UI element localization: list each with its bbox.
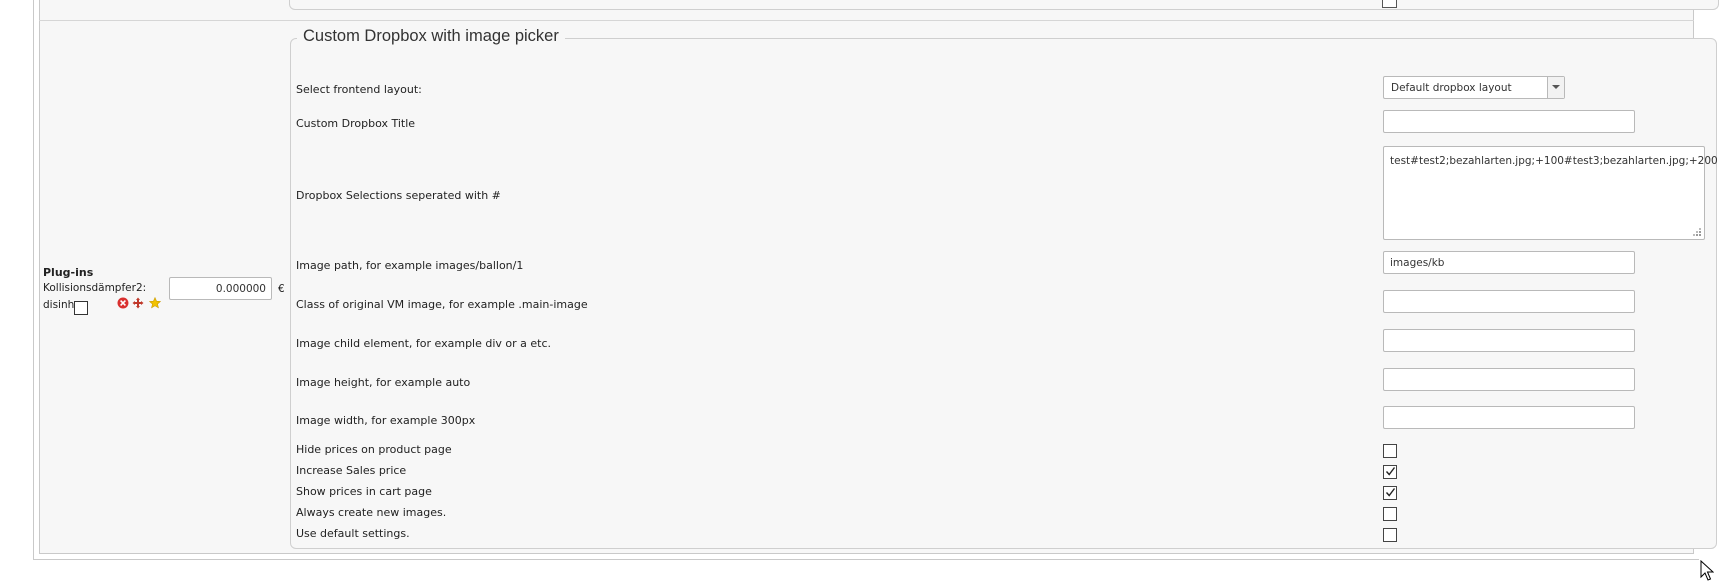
- row-divider: [39, 20, 1694, 21]
- image-child-input[interactable]: [1383, 329, 1635, 352]
- disinh-checkbox[interactable]: [74, 301, 88, 315]
- image-height-input[interactable]: [1383, 368, 1635, 391]
- previous-fieldset: [289, 0, 1719, 10]
- layout-label: Select frontend layout:: [296, 83, 422, 96]
- increase-sales-checkbox[interactable]: [1383, 465, 1397, 479]
- image-height-label: Image height, for example auto: [296, 376, 471, 389]
- image-width-input[interactable]: [1383, 406, 1635, 429]
- image-child-label: Image child element, for example div or …: [296, 337, 552, 350]
- hide-prices-checkbox[interactable]: [1383, 444, 1397, 458]
- layout-select-value: Default dropbox layout: [1391, 82, 1512, 94]
- use-default-settings-label: Use default settings.: [296, 527, 410, 540]
- remove-icon[interactable]: [117, 297, 129, 309]
- previous-checkbox[interactable]: [1382, 0, 1397, 8]
- resize-grip-icon[interactable]: [1692, 227, 1702, 237]
- image-class-input[interactable]: [1383, 290, 1635, 313]
- mouse-cursor-icon: [1700, 560, 1714, 581]
- checkmark-icon: [1385, 488, 1396, 497]
- move-icon[interactable]: [132, 297, 144, 309]
- dropbox-title-input[interactable]: [1383, 110, 1635, 133]
- checkmark-icon: [1385, 467, 1396, 476]
- image-path-label: Image path, for example images/ballon/1: [296, 259, 524, 272]
- price-input[interactable]: 0.000000: [169, 277, 272, 300]
- always-create-images-checkbox[interactable]: [1383, 507, 1397, 521]
- fieldset-legend: Custom Dropbox with image picker: [297, 27, 565, 46]
- plugin-field-label: Kollisionsdämpfer2:: [43, 282, 147, 294]
- always-create-images-label: Always create new images.: [296, 506, 447, 519]
- increase-sales-label: Increase Sales price: [296, 464, 407, 477]
- show-prices-cart-label: Show prices in cart page: [296, 485, 432, 498]
- use-default-settings-checkbox[interactable]: [1383, 528, 1397, 542]
- disinh-label: disinh:: [43, 299, 78, 311]
- currency-symbol: €: [278, 283, 285, 295]
- plugins-title: Plug-ins: [43, 266, 94, 279]
- select-dropdown-button[interactable]: [1547, 77, 1564, 98]
- image-path-input[interactable]: images/kb: [1383, 251, 1635, 274]
- dropbox-title-label: Custom Dropbox Title: [296, 117, 416, 130]
- star-icon[interactable]: [149, 297, 161, 309]
- show-prices-cart-checkbox[interactable]: [1383, 486, 1397, 500]
- hide-prices-label: Hide prices on product page: [296, 443, 452, 456]
- image-class-label: Class of original VM image, for example …: [296, 298, 588, 311]
- chevron-down-icon: [1552, 85, 1560, 89]
- layout-select[interactable]: Default dropbox layout: [1383, 76, 1565, 99]
- selections-text: test#test2;bezahlarten.jpg;+100#test3;be…: [1390, 155, 1718, 167]
- selections-label: Dropbox Selections seperated with #: [296, 189, 501, 202]
- image-width-label: Image width, for example 300px: [296, 414, 476, 427]
- selections-textarea[interactable]: test#test2;bezahlarten.jpg;+100#test3;be…: [1383, 146, 1718, 240]
